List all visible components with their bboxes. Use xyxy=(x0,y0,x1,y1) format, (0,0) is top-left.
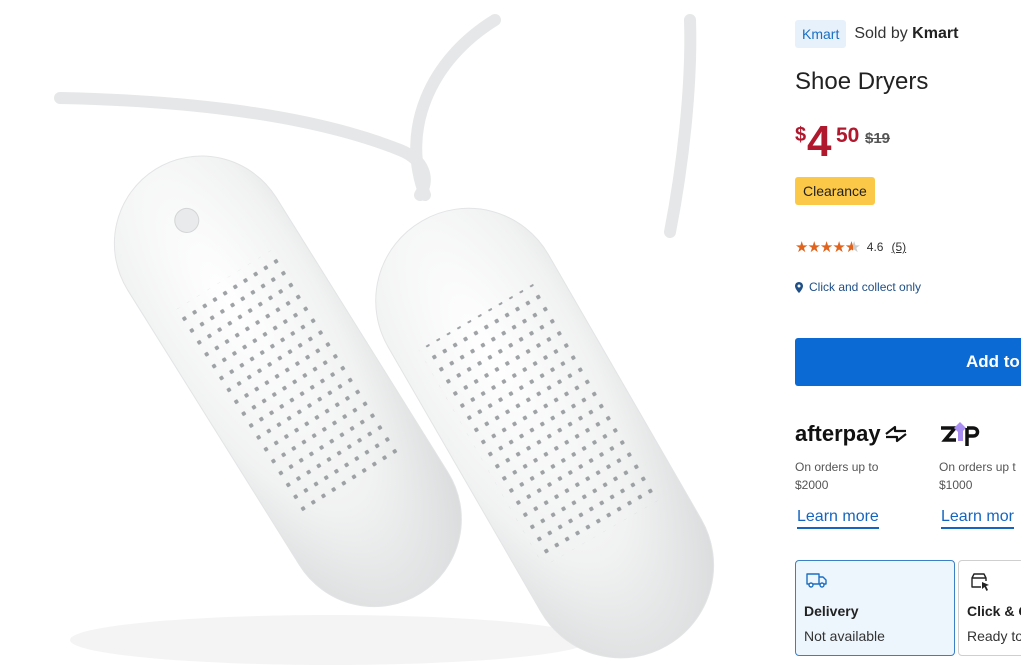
sold-by-name: Kmart xyxy=(912,25,959,42)
zip-learn-more-link[interactable]: Learn mor xyxy=(941,508,1014,529)
price-currency: $ xyxy=(795,124,807,146)
price-cents: 50 xyxy=(836,124,860,147)
afterpay-logo-text: afterpay xyxy=(795,421,881,446)
click-collect-text: Click and collect only xyxy=(809,280,922,294)
afterpay-desc-line1: On orders up to xyxy=(795,460,879,474)
star-rating-icon: ★★★★★★ xyxy=(795,239,860,256)
zip-desc-line1: On orders up t xyxy=(939,460,1016,474)
add-to-cart-button[interactable]: Add to xyxy=(795,338,1021,386)
truck-icon xyxy=(806,573,827,588)
product-info-panel: Kmart Sold by Kmart Shoe Dryers $ 4 50 $… xyxy=(795,0,1021,669)
zip-option: On orders up t $1000 Learn mor xyxy=(939,418,1021,529)
clearance-badge: Clearance xyxy=(795,177,875,205)
afterpay-desc-line2: $2000 xyxy=(795,478,829,492)
review-count-link[interactable]: (5) xyxy=(891,240,906,254)
click-collect-title: Click & C xyxy=(967,603,1021,619)
sold-by-prefix: Sold by xyxy=(854,25,908,42)
afterpay-logo: afterpay xyxy=(795,418,935,450)
zip-logo xyxy=(939,418,1021,450)
click-collect-note: Click and collect only xyxy=(795,280,921,294)
zip-logo-icon xyxy=(941,422,980,446)
afterpay-description: On orders up to $2000 xyxy=(795,458,905,494)
product-title: Shoe Dryers xyxy=(795,68,929,95)
delivery-title: Delivery xyxy=(804,603,859,619)
zip-description: On orders up t $1000 xyxy=(939,458,1021,494)
was-price: $19 xyxy=(865,130,891,147)
seller-badge[interactable]: Kmart xyxy=(795,20,847,48)
location-pin-icon xyxy=(795,281,803,293)
click-collect-icon xyxy=(971,573,989,591)
zip-desc-line2: $1000 xyxy=(939,478,973,492)
delivery-option-card[interactable]: Delivery Not available xyxy=(795,560,955,656)
sold-by-text: Sold by Kmart xyxy=(854,25,958,43)
rating-value: 4.6 xyxy=(866,240,884,254)
product-image[interactable] xyxy=(0,0,770,669)
rating[interactable]: ★★★★★★ 4.6 (5) xyxy=(795,238,906,256)
seller-row: Kmart Sold by Kmart xyxy=(795,20,958,48)
afterpay-learn-more-link[interactable]: Learn more xyxy=(797,508,879,529)
delivery-status: Not available xyxy=(804,628,885,644)
afterpay-option: afterpay On orders up to $2000 Learn more xyxy=(795,418,935,529)
price-whole: 4 xyxy=(807,117,832,166)
click-collect-status: Ready to xyxy=(967,628,1021,644)
afterpay-arrows-icon xyxy=(884,425,907,443)
click-collect-option-card[interactable]: Click & C Ready to xyxy=(958,560,1021,656)
